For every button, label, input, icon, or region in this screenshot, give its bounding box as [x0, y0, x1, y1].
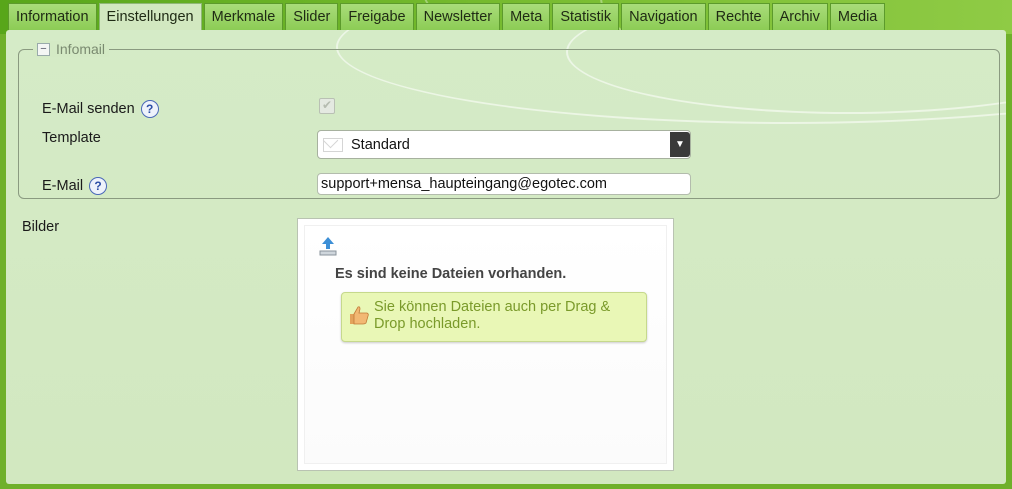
email-label: E-Mail: [42, 178, 84, 194]
tab-meta[interactable]: Meta: [502, 3, 551, 30]
infomail-fieldset: − Infomail E-Mail senden ? ✔ Template St…: [18, 41, 1000, 199]
bilder-label-text: Bilder: [22, 219, 60, 235]
template-label: Template: [42, 130, 101, 146]
file-upload-area[interactable]: Es sind keine Dateien vorhanden. Sie kön…: [297, 218, 674, 471]
upload-icon[interactable]: [319, 236, 337, 256]
tab-freigabe[interactable]: Freigabe: [340, 3, 414, 30]
tab-slider[interactable]: Slider: [285, 3, 339, 30]
settings-panel: − Infomail E-Mail senden ? ✔ Template St…: [6, 30, 1006, 484]
tab-navigation[interactable]: Navigation: [621, 3, 706, 30]
tab-information[interactable]: Information: [8, 3, 97, 30]
tab-media[interactable]: Media: [829, 3, 886, 30]
template-row-label: Template: [42, 130, 101, 146]
help-icon[interactable]: ?: [140, 100, 159, 118]
email-send-label: E-Mail senden: [42, 101, 135, 117]
template-select[interactable]: Standard ▼: [317, 130, 691, 159]
infomail-legend: − Infomail: [33, 41, 110, 57]
envelope-icon: [323, 137, 343, 152]
drag-drop-hint: Sie können Dateien auch per Drag & Drop …: [341, 292, 647, 342]
bilder-label: Bilder: [22, 219, 59, 235]
empty-files-message: Es sind keine Dateien vorhanden.: [335, 266, 567, 282]
infomail-legend-label: Infomail: [56, 41, 106, 57]
check-icon: ✔: [321, 98, 333, 112]
tab-statistik[interactable]: Statistik: [552, 3, 620, 30]
email-field[interactable]: [317, 173, 691, 195]
upload-dropzone[interactable]: Es sind keine Dateien vorhanden. Sie kön…: [304, 225, 667, 464]
template-value: Standard: [351, 136, 410, 153]
email-send-row-label: E-Mail senden ?: [42, 100, 159, 118]
collapse-icon[interactable]: −: [37, 42, 50, 56]
email-send-checkbox[interactable]: ✔: [319, 98, 335, 114]
tab-einstellungen[interactable]: Einstellungen: [98, 3, 202, 32]
tab-bar: Information Einstellungen Merkmale Slide…: [8, 3, 887, 32]
drag-drop-hint-text: Sie können Dateien auch per Drag & Drop …: [374, 299, 611, 332]
email-row-label: E-Mail ?: [42, 177, 108, 195]
tab-merkmale[interactable]: Merkmale: [203, 3, 284, 30]
tab-newsletter[interactable]: Newsletter: [415, 3, 501, 30]
tab-archiv[interactable]: Archiv: [771, 3, 828, 30]
tab-rechte[interactable]: Rechte: [707, 3, 770, 30]
chevron-down-icon[interactable]: ▼: [670, 132, 690, 157]
help-icon[interactable]: ?: [89, 177, 108, 195]
thumbs-up-icon: [350, 306, 369, 325]
